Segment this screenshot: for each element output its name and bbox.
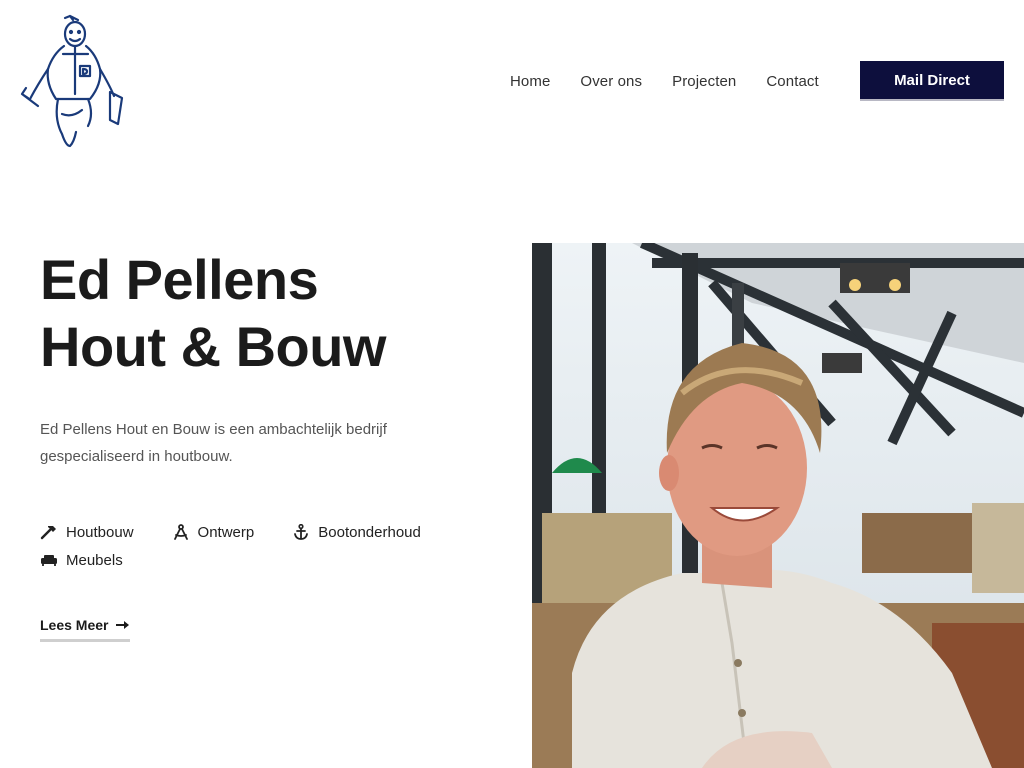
title-line-1: Ed Pellens <box>40 248 319 311</box>
title-line-2: Hout & Bouw <box>40 315 386 378</box>
services-list: Houtbouw Ontwerp Bootonderhoud Meubels <box>40 522 480 570</box>
service-bootonderhoud: Bootonderhoud <box>292 522 421 542</box>
service-label: Ontwerp <box>197 523 255 541</box>
anchor-icon <box>294 524 309 540</box>
mail-direct-button[interactable]: Mail Direct <box>860 61 1004 101</box>
hammer-icon <box>40 526 56 540</box>
nav-item-projecten[interactable]: Projecten <box>672 72 736 92</box>
main-nav: Home Over ons Projecten Contact <box>510 72 819 92</box>
service-ontwerp: Ontwerp <box>172 522 255 542</box>
hero-description: Ed Pellens Hout en Bouw is een ambachtel… <box>40 421 387 465</box>
service-label: Houtbouw <box>66 523 134 541</box>
read-more-label: Lees Meer <box>40 617 109 633</box>
service-houtbouw: Houtbouw <box>40 522 134 542</box>
arrow-right-icon <box>116 621 130 629</box>
couch-icon <box>41 555 57 566</box>
read-more-link[interactable]: Lees Meer <box>40 617 131 642</box>
service-label: Meubels <box>66 551 123 569</box>
service-meubels: Meubels <box>40 550 123 570</box>
nav-item-contact[interactable]: Contact <box>766 72 818 92</box>
nav-item-over-ons[interactable]: Over ons <box>580 72 642 92</box>
hero-photo <box>532 243 1024 768</box>
compass-icon <box>173 524 188 540</box>
nav-item-home[interactable]: Home <box>510 72 550 92</box>
page-title: Ed Pellens Hout & Bouw <box>40 246 386 380</box>
service-label: Bootonderhoud <box>318 523 421 541</box>
company-logo[interactable] <box>18 14 128 150</box>
